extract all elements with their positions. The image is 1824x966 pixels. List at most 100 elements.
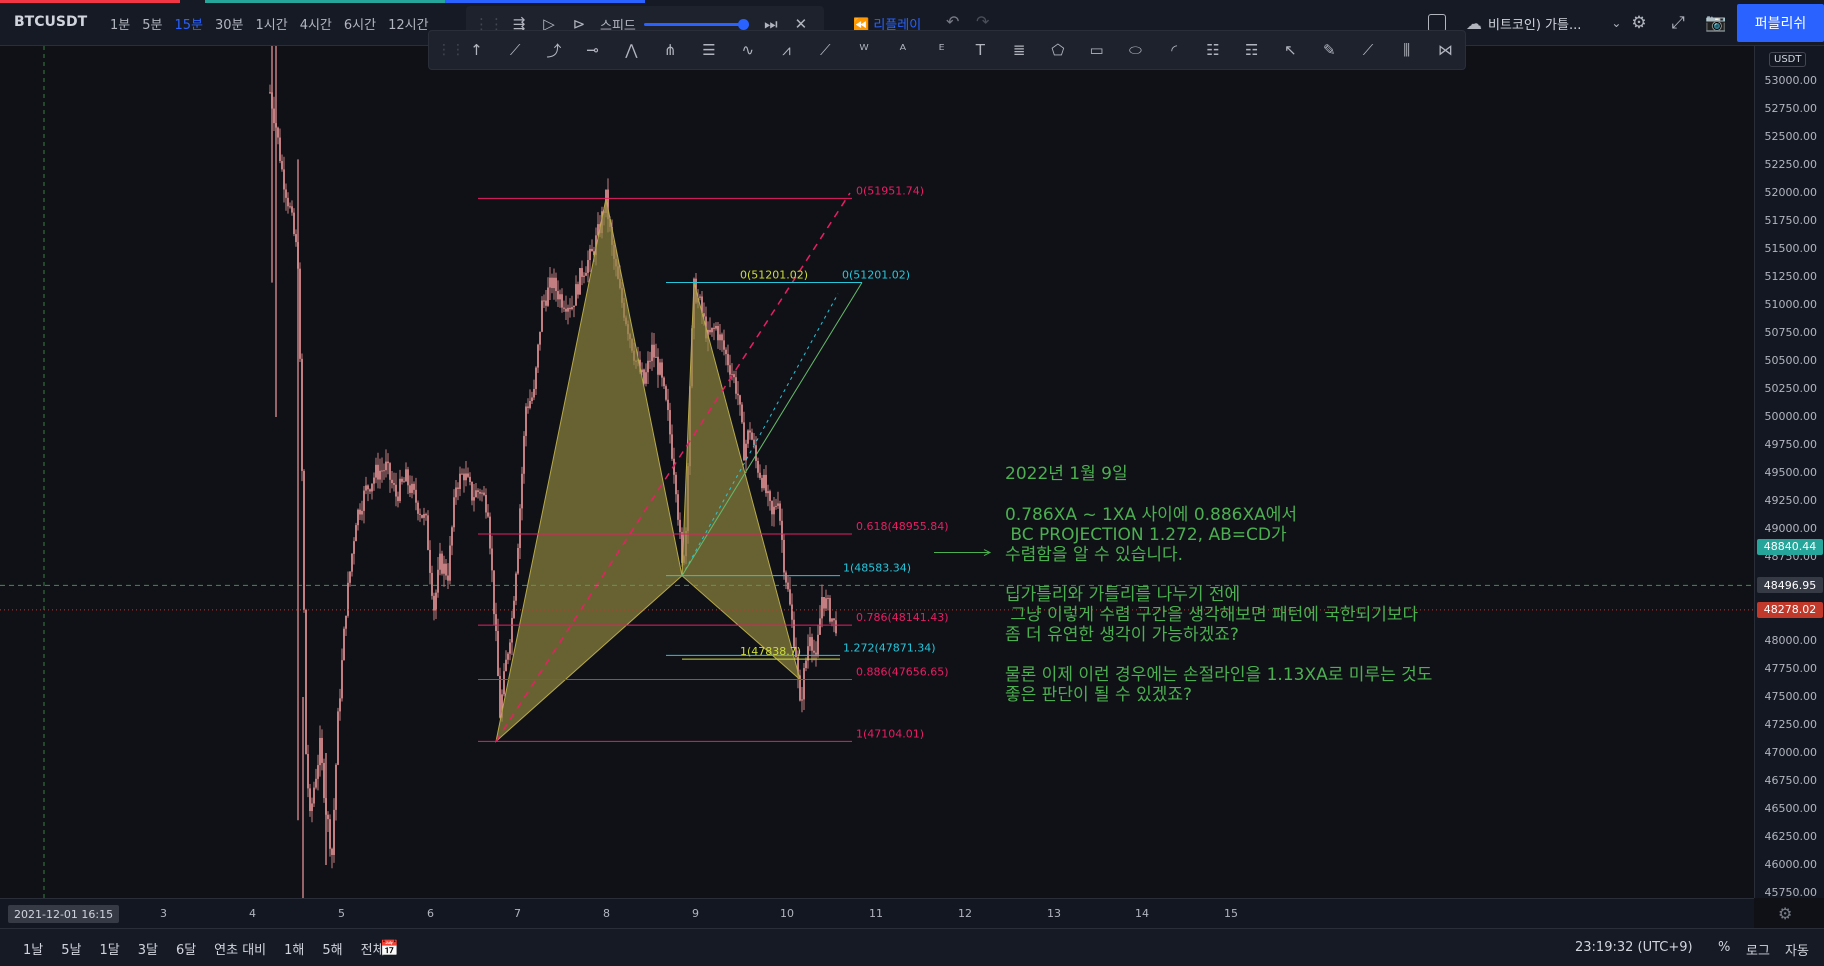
candle-body	[423, 514, 425, 518]
triangle-icon[interactable]: ⬠	[1038, 34, 1077, 66]
cursor-icon[interactable]: ↑	[457, 34, 496, 66]
ray-icon[interactable]: ⤴	[535, 34, 574, 66]
candle-body	[389, 463, 391, 480]
select-icon[interactable]: ↖	[1271, 34, 1310, 66]
settings-gear-icon[interactable]: ⚙	[1778, 904, 1792, 923]
path-icon[interactable]: ⋀	[612, 34, 651, 66]
candle-body	[743, 422, 745, 461]
interval-1h[interactable]: 1시간	[250, 14, 294, 33]
interval-6h[interactable]: 6시간	[338, 14, 382, 33]
candle-body	[675, 474, 677, 495]
trend-line-icon[interactable]: ⟋	[496, 34, 535, 66]
range-button[interactable]: 3달	[129, 939, 167, 958]
volume-profile-icon[interactable]: ⫼	[1387, 34, 1426, 66]
speed-slider[interactable]	[643, 18, 749, 30]
harmonic-icon[interactable]: ⋈	[1426, 34, 1465, 66]
price-axis[interactable]: USDT 53000.00 52750.00 52500.00 52250.00 520…	[1754, 46, 1824, 899]
interval-12h[interactable]: 12시간	[382, 14, 434, 33]
price-chart[interactable]: 0(51951.74) 0.618(48955.84) 0.786(48141.43…	[0, 46, 1754, 898]
range-button[interactable]: 6달	[167, 939, 205, 958]
ellipse-icon[interactable]: ⬭	[1116, 34, 1155, 66]
short-position-icon[interactable]: ☶	[1232, 34, 1271, 66]
candle-body	[787, 582, 789, 590]
brush-icon[interactable]: ✎	[1310, 34, 1349, 66]
camera-icon[interactable]: 📷	[1703, 10, 1729, 36]
grip-icon[interactable]: ⋮⋮	[437, 42, 465, 58]
range-button[interactable]: 1달	[90, 939, 128, 958]
candle-body	[277, 127, 279, 138]
interval-1m[interactable]: 1분	[104, 14, 136, 33]
layout-menu[interactable]: ☁ 비트코인) 가틀... ⌄	[1466, 0, 1621, 46]
redo-icon[interactable]: ↷	[976, 12, 989, 31]
price-tick: 50750.00	[1764, 326, 1818, 339]
time-axis[interactable]: 2021-12-01 16:15 3 4 5 6 7 8 9 10 11 12 13 14 15	[0, 898, 1754, 928]
percent-toggle[interactable]: %	[1718, 940, 1730, 955]
price-tick: 46500.00	[1764, 802, 1818, 815]
candle-body	[343, 628, 345, 661]
candle-body	[323, 762, 325, 799]
horizontal-line-icon[interactable]: ⊸	[573, 34, 612, 66]
chevron-down-icon[interactable]: ⌄	[1611, 16, 1621, 30]
candle-body	[773, 506, 775, 515]
interval-5m[interactable]: 5분	[136, 14, 168, 33]
fib-level-label: 0.786(48141.43)	[856, 611, 949, 624]
zigzag-icon[interactable]: ∿	[728, 34, 767, 66]
publish-button[interactable]: 퍼블리쉬	[1737, 4, 1824, 42]
candle-body	[495, 614, 497, 632]
calendar-icon[interactable]: 📅	[380, 939, 399, 957]
polyline-icon[interactable]: ⩘	[767, 34, 806, 66]
abcd-pattern-icon[interactable]: ᴬ	[883, 34, 922, 66]
fullscreen-icon[interactable]: ⤢	[1665, 10, 1691, 36]
time-tick: 7	[514, 907, 521, 920]
pitchfork-icon[interactable]: ⋔	[651, 34, 690, 66]
candle-body	[397, 496, 399, 502]
text-icon[interactable]: T	[961, 34, 1000, 66]
symbol-search-button[interactable]: BTCUSDT	[14, 14, 87, 30]
candle-body	[327, 814, 329, 820]
fib-level-label: 1(47838.7)	[740, 645, 801, 658]
range-button[interactable]: 1해	[275, 939, 313, 958]
range-button[interactable]: 5해	[313, 939, 351, 958]
clock[interactable]: 23:19:32 (UTC+9)	[1575, 940, 1693, 955]
candle-body	[375, 464, 377, 478]
fib-retracement-icon[interactable]: ≣	[1000, 34, 1039, 66]
candle-body	[339, 698, 341, 712]
cloud-icon: ☁	[1466, 13, 1482, 33]
candle-body	[429, 549, 431, 573]
interval-4h[interactable]: 4시간	[294, 14, 338, 33]
interval-15m[interactable]: 15분	[168, 14, 209, 33]
undo-icon[interactable]: ↶	[946, 12, 959, 31]
range-button[interactable]: 5날	[52, 939, 90, 958]
candle-body	[351, 553, 353, 572]
parallel-channel-icon[interactable]: ☰	[690, 34, 729, 66]
long-position-icon[interactable]: ☷	[1194, 34, 1233, 66]
auto-toggle[interactable]: 자동	[1785, 940, 1809, 959]
rectangle-icon[interactable]: ▭	[1077, 34, 1116, 66]
candle-body	[771, 501, 773, 515]
xabcd-pattern-icon[interactable]: ᵂ	[845, 34, 884, 66]
interval-30m[interactable]: 30분	[209, 14, 250, 33]
candle-body	[311, 803, 313, 812]
candle-body	[807, 646, 809, 661]
range-button[interactable]: 연초 대비	[205, 939, 275, 958]
candle-body	[381, 470, 383, 472]
elliott-wave-icon[interactable]: ᴱ	[922, 34, 961, 66]
candle-body	[577, 284, 579, 295]
candle-body	[301, 358, 303, 471]
candle-body	[775, 505, 777, 507]
log-toggle[interactable]: 로그	[1746, 940, 1770, 959]
gear-icon[interactable]: ⚙	[1626, 10, 1652, 36]
currency-badge[interactable]: USDT	[1769, 52, 1807, 67]
arc-icon[interactable]: ◜	[1155, 34, 1194, 66]
candle-body	[447, 575, 449, 581]
highlighter-icon[interactable]: ⟋	[1349, 34, 1388, 66]
candle-body	[823, 597, 825, 609]
candle-body	[819, 618, 821, 635]
speed-slider-thumb[interactable]	[737, 18, 749, 30]
range-button[interactable]: 1날	[14, 939, 52, 958]
time-tick: 12	[958, 907, 972, 920]
candle-body	[341, 660, 343, 699]
arrow-line-icon[interactable]: ⟋	[806, 34, 845, 66]
candle-body	[713, 327, 715, 329]
candle-body	[809, 637, 811, 647]
